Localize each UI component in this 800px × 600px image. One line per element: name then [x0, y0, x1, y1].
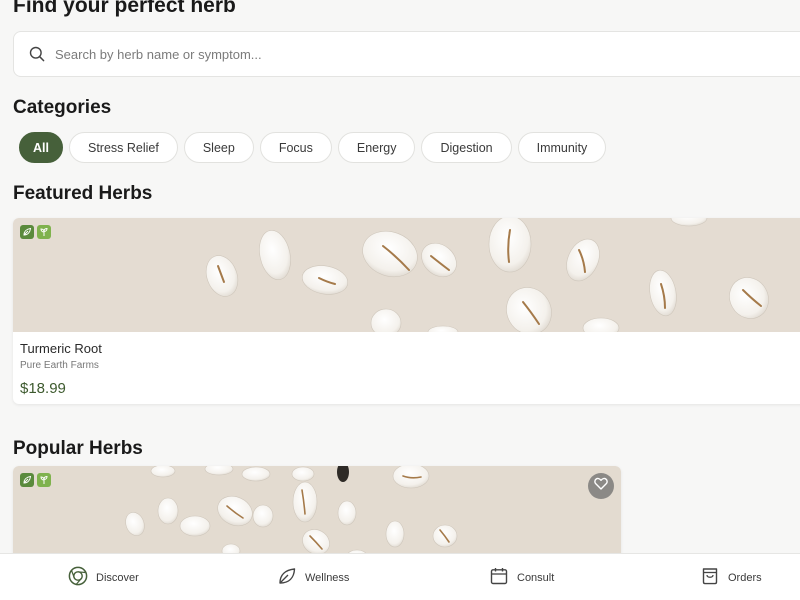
nav-label: Wellness [305, 571, 350, 584]
chip-immunity[interactable]: Immunity [517, 132, 607, 163]
leaf-icon [20, 225, 34, 239]
herb-price: $18.99 [20, 380, 66, 397]
nav-discover[interactable]: Discover [68, 554, 139, 600]
discover-icon [68, 566, 88, 589]
search-bar[interactable] [13, 31, 800, 77]
leaf-icon [277, 566, 297, 589]
herb-badges [20, 473, 51, 487]
herb-photo [13, 466, 621, 566]
calendar-icon [489, 566, 509, 589]
heart-icon [594, 477, 608, 495]
search-input[interactable] [55, 46, 555, 62]
herb-name: Turmeric Root [20, 341, 102, 356]
herb-badges [20, 225, 51, 239]
chip-sleep[interactable]: Sleep [183, 132, 254, 163]
chip-focus[interactable]: Focus [259, 132, 332, 163]
featured-herb-card[interactable]: Turmeric Root Pure Earth Farms $18.99 [13, 218, 800, 404]
herb-vendor: Pure Earth Farms [20, 360, 99, 371]
chip-all[interactable]: All [19, 132, 63, 163]
popular-herbs-title: Popular Herbs [13, 438, 143, 459]
nav-orders[interactable]: Orders [700, 554, 762, 600]
chip-digestion[interactable]: Digestion [421, 132, 512, 163]
nav-consult[interactable]: Consult [489, 554, 554, 600]
chip-stress-relief[interactable]: Stress Relief [68, 132, 178, 163]
nav-label: Discover [96, 571, 139, 584]
sprout-icon [37, 473, 51, 487]
nav-label: Consult [517, 571, 555, 584]
category-chips: All Stress Relief Sleep Focus Energy Dig… [19, 132, 607, 163]
popular-herb-card[interactable] [13, 466, 621, 566]
search-icon [28, 45, 46, 63]
page-title: Find your perfect herb [13, 0, 236, 17]
nav-label: Orders [728, 571, 762, 584]
bottom-nav: Discover Wellness Consult Orders [0, 553, 800, 600]
chip-energy[interactable]: Energy [337, 132, 416, 163]
leaf-icon [20, 473, 34, 487]
herb-photo [13, 218, 800, 332]
featured-herbs-title: Featured Herbs [13, 183, 153, 204]
sprout-icon [37, 225, 51, 239]
nav-wellness[interactable]: Wellness [277, 554, 349, 600]
favorite-button[interactable] [588, 473, 614, 499]
categories-title: Categories [13, 97, 112, 118]
bag-icon [700, 566, 720, 589]
